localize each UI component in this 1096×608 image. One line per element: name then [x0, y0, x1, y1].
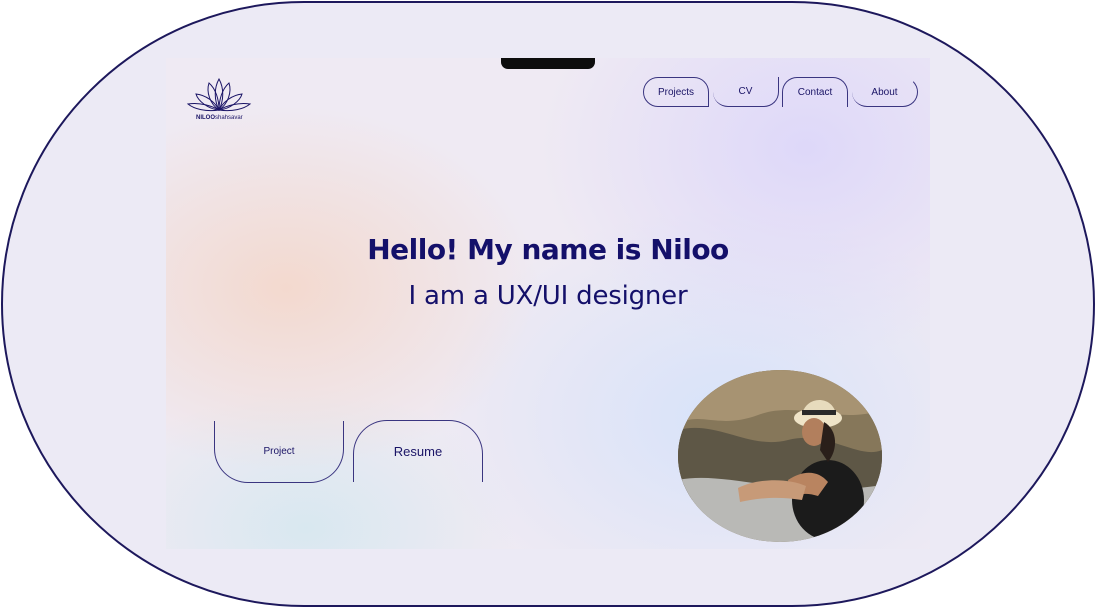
- nav-projects[interactable]: Projects: [643, 77, 709, 107]
- camera-notch: [501, 58, 595, 69]
- nav-projects-label: Projects: [657, 86, 695, 98]
- resume-button-label: Resume: [393, 444, 443, 459]
- nav-contact-label: Contact: [797, 87, 833, 98]
- nav-contact[interactable]: Contact: [782, 77, 848, 107]
- site-logo[interactable]: NILOOshahsavar: [186, 76, 256, 126]
- hero-headline: Hello! My name is Niloo: [367, 233, 729, 266]
- nav-cv[interactable]: CV: [713, 77, 779, 107]
- nav-about[interactable]: About: [852, 77, 918, 107]
- nav-cv-label: CV: [738, 86, 753, 97]
- resume-button[interactable]: Resume: [353, 420, 483, 482]
- logo-wordmark: NILOOshahsavar: [196, 115, 243, 121]
- project-button[interactable]: Project: [214, 421, 344, 483]
- project-button-label: Project: [263, 446, 295, 457]
- profile-photo: [678, 370, 882, 542]
- nav-about-label: About: [871, 86, 898, 98]
- hero-subheadline: I am a UX/UI designer: [408, 281, 688, 311]
- lotus-icon: [186, 77, 252, 112]
